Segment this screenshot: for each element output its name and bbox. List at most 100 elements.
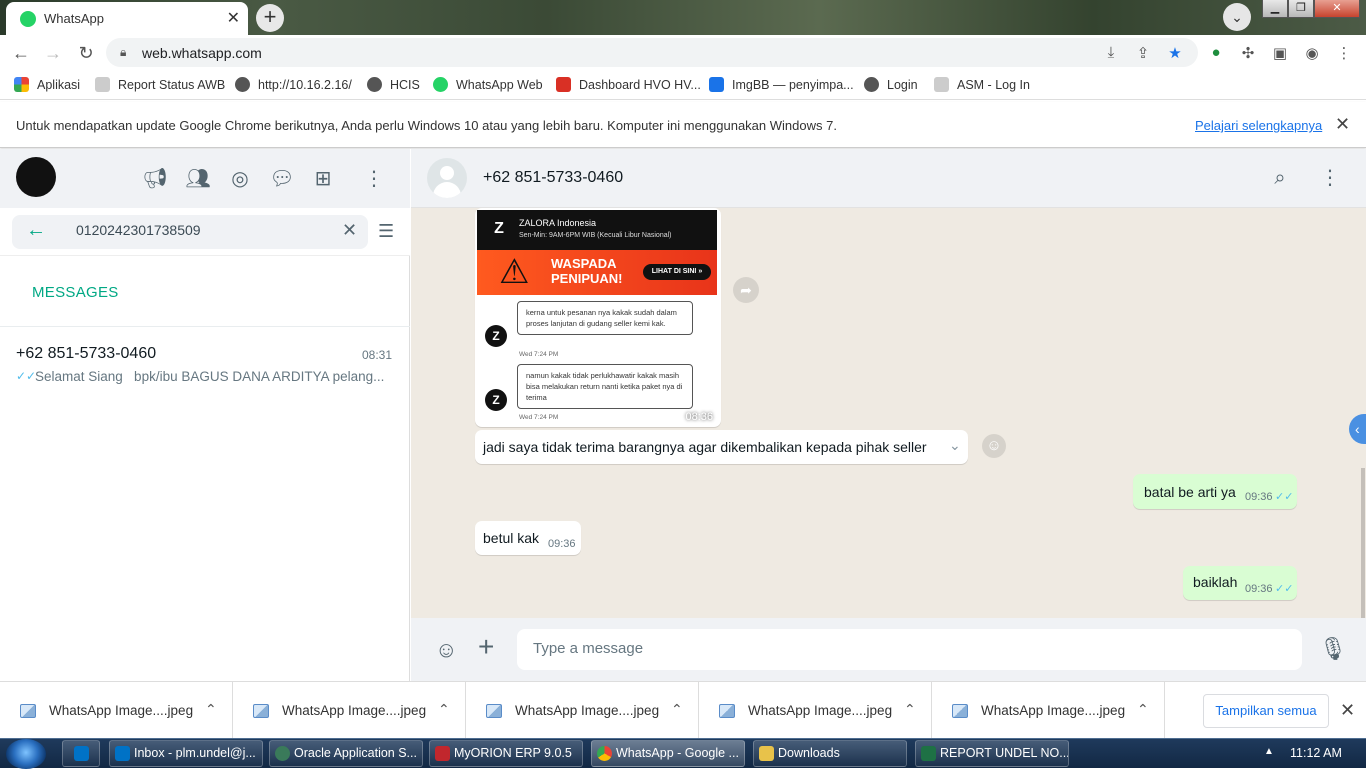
whatsapp-icon (20, 11, 36, 27)
browser-tab[interactable]: WhatsApp ✕ (6, 2, 248, 35)
bookmark-report-status-awb[interactable]: Report Status AWB (95, 77, 225, 92)
search-icon[interactable]: ⌕ (1267, 165, 1293, 191)
bookmark-ip[interactable]: http://10.16.2.16/ (235, 77, 352, 92)
outgoing-message[interactable]: baiklah 09:36 ✓✓ (1183, 566, 1297, 600)
result-time: 08:31 (362, 348, 393, 362)
my-avatar[interactable] (16, 157, 56, 197)
groups-icon[interactable]: 👥︎ (185, 166, 211, 192)
bookmark-imgbb[interactable]: ImgBB — penyimpa... (709, 77, 854, 92)
outgoing-message[interactable]: batal be arti ya 09:36 ✓✓ (1133, 474, 1297, 509)
image-message[interactable]: Z ZALORA Indonesia Sen-Min: 9AM-6PM WIB … (475, 208, 721, 427)
close-tab-icon[interactable]: ✕ (227, 8, 240, 28)
bookmark-whatsapp-web[interactable]: WhatsApp Web (433, 77, 543, 92)
install-icon[interactable]: ⤓ (1101, 44, 1121, 61)
channels-icon[interactable]: 💬︎ (269, 166, 295, 192)
chevron-up-icon[interactable]: ⌃ (904, 701, 916, 718)
chevron-up-icon[interactable]: ⌃ (1137, 701, 1149, 718)
tray-expand-icon[interactable]: ▲ (1264, 746, 1274, 757)
menu-icon[interactable]: ⋮ (361, 166, 387, 192)
taskbar-item[interactable]: Oracle Application S... (269, 740, 423, 767)
download-item[interactable]: WhatsApp Image....jpeg ⌃ (233, 682, 466, 739)
download-item[interactable]: WhatsApp Image....jpeg ⌃ (466, 682, 699, 739)
attach-plus-icon[interactable]: + (478, 633, 494, 661)
clear-search-icon[interactable]: ✕ (342, 220, 357, 241)
emoji-icon[interactable]: ☺ (435, 637, 457, 663)
tab-strip: WhatsApp ✕ + ⌄ ▁ ❐ ✕ (0, 0, 1366, 35)
chevron-up-icon[interactable]: ⌃ (438, 701, 450, 718)
contact-name[interactable]: +62 851-5733-0460 (483, 169, 623, 187)
microphone-icon[interactable]: 🎙︎ (1319, 636, 1347, 662)
outlook-pinned[interactable] (62, 740, 100, 767)
divider (0, 326, 410, 327)
download-item[interactable]: WhatsApp Image....jpeg ⌃ (932, 682, 1165, 739)
share-icon[interactable]: ⇪ (1133, 44, 1153, 62)
taskbar-item[interactable]: Inbox - plm.undel@j... (109, 740, 263, 767)
back-arrow-icon[interactable]: ← (26, 219, 46, 242)
new-chat-icon[interactable]: ⊞ (310, 166, 336, 192)
extension-green-icon[interactable]: ● (1206, 44, 1226, 61)
clock[interactable]: 11:12 AM (1290, 746, 1342, 760)
lock-icon: 🔒︎ (120, 45, 127, 59)
globe-icon (864, 77, 879, 92)
bookmark-login[interactable]: Login (864, 77, 918, 92)
taskbar-label: Inbox - plm.undel@j... (134, 746, 256, 760)
tab-search-button[interactable]: ⌄ (1223, 3, 1251, 31)
message-menu-chevron-icon[interactable]: ⌄ (949, 437, 961, 454)
profile-avatar-icon[interactable]: ◉ (1302, 44, 1322, 62)
bookmark-dashboard[interactable]: Dashboard HVO HV... (556, 77, 701, 92)
close-infobar-icon[interactable]: ✕ (1335, 114, 1350, 135)
minimize-button[interactable]: ▁ (1262, 0, 1288, 18)
bookmark-hcis[interactable]: HCIS (367, 77, 420, 92)
taskbar-item-active[interactable]: WhatsApp - Google ... (591, 740, 745, 767)
bookmark-apps[interactable]: Aplikasi (14, 77, 80, 92)
new-tab-button[interactable]: + (256, 4, 284, 32)
reload-button[interactable]: ↻ (73, 40, 99, 66)
start-button[interactable] (6, 739, 46, 769)
incoming-message[interactable]: betul kak 09:36 (475, 521, 581, 555)
forward-button[interactable]: → (40, 40, 66, 66)
scrollbar-thumb[interactable] (1361, 468, 1365, 618)
taskbar-label: REPORT UNDEL NO... (940, 746, 1069, 760)
chevron-up-icon[interactable]: ⌃ (205, 701, 217, 718)
incoming-message[interactable]: jadi saya tidak terima barangnya agar di… (475, 430, 968, 464)
url-text: web.whatsapp.com (142, 45, 262, 61)
back-button[interactable]: ← (8, 40, 34, 66)
chrome-menu-icon[interactable]: ⋮ (1334, 44, 1354, 62)
taskbar-item[interactable]: Downloads (753, 740, 907, 767)
taskbar-label: Downloads (778, 746, 840, 760)
side-panel-icon[interactable]: ▣ (1270, 44, 1290, 62)
communities-icon[interactable]: 📢︎ (142, 166, 168, 192)
taskbar-item[interactable]: REPORT UNDEL NO... (915, 740, 1069, 767)
download-item[interactable]: WhatsApp Image....jpeg ⌃ (699, 682, 932, 739)
bookmark-star-icon[interactable]: ★ (1165, 44, 1185, 62)
search-input[interactable] (76, 222, 336, 238)
close-window-button[interactable]: ✕ (1314, 0, 1360, 18)
learn-more-link[interactable]: Pelajari selengkapnya (1195, 118, 1322, 133)
download-item[interactable]: WhatsApp Image....jpeg ⌃ (0, 682, 233, 739)
bookmarks-bar: Aplikasi Report Status AWB http://10.16.… (0, 70, 1366, 100)
address-bar[interactable]: 🔒︎ web.whatsapp.com ⤓ ⇪ ★ (106, 38, 1198, 67)
react-emoji-icon[interactable]: ☺ (982, 434, 1006, 458)
chevron-up-icon[interactable]: ⌃ (671, 701, 683, 718)
taskbar-label: Oracle Application S... (294, 746, 417, 760)
download-filename: WhatsApp Image....jpeg (515, 703, 660, 718)
download-filename: WhatsApp Image....jpeg (981, 703, 1126, 718)
message-input[interactable] (533, 640, 1273, 657)
contact-avatar[interactable] (427, 158, 467, 198)
close-downloads-icon[interactable]: ✕ (1340, 700, 1355, 721)
bookmark-asm[interactable]: ASM - Log In (934, 77, 1030, 92)
whatsapp-app: 📢︎ 👥︎ ◎ 💬︎ ⊞ ⋮ ← ✕ ☰ MESSAGES +62 851-57… (0, 149, 1366, 681)
forward-icon[interactable]: ➦ (733, 277, 759, 303)
extensions-puzzle-icon[interactable]: ✣ (1238, 44, 1258, 62)
filter-icon[interactable]: ☰ (378, 221, 394, 242)
zalora-logo: Z (494, 220, 504, 237)
taskbar-item[interactable]: MyORION ERP 9.0.5 (429, 740, 583, 767)
show-all-downloads-button[interactable]: Tampilkan semua (1203, 694, 1329, 728)
warning-icon: ⚠ (499, 253, 530, 291)
status-icon[interactable]: ◎ (227, 166, 253, 192)
search-result-item[interactable]: +62 851-5733-0460 08:31 ✓✓ Selamat Siang… (0, 339, 410, 389)
globe-icon (235, 77, 250, 92)
maximize-button[interactable]: ❐ (1288, 0, 1314, 18)
side-extension-tab[interactable]: ‹ (1349, 414, 1366, 444)
chat-menu-icon[interactable]: ⋮ (1317, 165, 1343, 191)
